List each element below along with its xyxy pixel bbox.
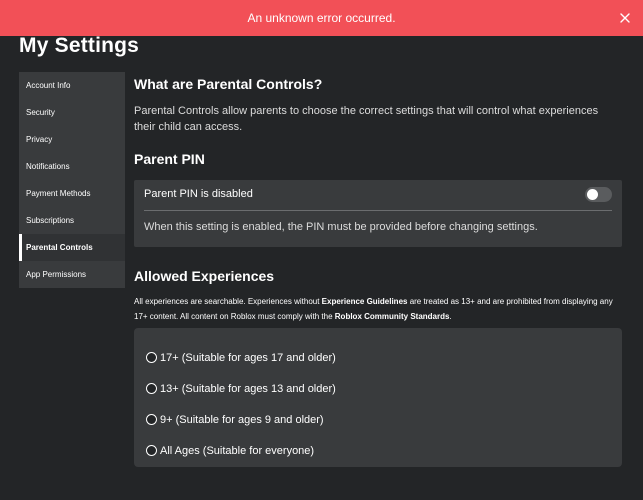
close-banner-button[interactable]: [615, 8, 635, 28]
radio-button[interactable]: [146, 383, 157, 394]
parent-pin-label: Parent PIN is disabled: [144, 188, 253, 200]
allowed-experiences-description: All experiences are searchable. Experien…: [134, 294, 622, 324]
sidebar-item-payment-methods[interactable]: Payment Methods: [19, 180, 125, 207]
sidebar-item-account-info[interactable]: Account Info: [19, 72, 125, 99]
page-title: My Settings: [19, 34, 140, 57]
option-all-ages[interactable]: All Ages (Suitable for everyone): [134, 435, 622, 466]
close-icon: [620, 13, 630, 23]
description-text: .: [449, 312, 452, 321]
parent-pin-toggle[interactable]: [585, 187, 612, 202]
allowed-experiences-options: 17+ (Suitable for ages 17 and older) 13+…: [134, 328, 622, 467]
option-label: 9+ (Suitable for ages 9 and older): [160, 413, 324, 426]
community-standards-link[interactable]: Roblox Community Standards: [335, 312, 450, 321]
allowed-experiences-heading: Allowed Experiences: [134, 268, 275, 284]
sidebar-item-subscriptions[interactable]: Subscriptions: [19, 207, 125, 234]
radio-button[interactable]: [146, 414, 157, 425]
error-message: An unknown error occurred.: [247, 11, 396, 25]
sidebar-item-privacy[interactable]: Privacy: [19, 126, 125, 153]
parent-pin-heading: Parent PIN: [134, 151, 205, 167]
option-label: 17+ (Suitable for ages 17 and older): [160, 351, 336, 364]
sidebar-item-app-permissions[interactable]: App Permissions: [19, 261, 125, 288]
option-13-plus[interactable]: 13+ (Suitable for ages 13 and older): [134, 373, 622, 404]
settings-sidebar: Account Info Security Privacy Notificati…: [19, 72, 125, 288]
option-label: 13+ (Suitable for ages 13 and older): [160, 382, 336, 395]
experience-guidelines-link[interactable]: Experience Guidelines: [322, 297, 408, 306]
description-text: All experiences are searchable. Experien…: [134, 297, 322, 306]
parent-pin-card: Parent PIN is disabled When this setting…: [134, 180, 622, 247]
radio-button[interactable]: [146, 445, 157, 456]
option-17-plus[interactable]: 17+ (Suitable for ages 17 and older): [134, 342, 622, 373]
parental-controls-heading: What are Parental Controls?: [134, 76, 323, 92]
parental-controls-description: Parental Controls allow parents to choos…: [134, 105, 599, 133]
sidebar-item-notifications[interactable]: Notifications: [19, 153, 125, 180]
radio-button[interactable]: [146, 352, 157, 363]
toggle-knob: [587, 189, 598, 200]
divider: [144, 210, 612, 211]
sidebar-item-security[interactable]: Security: [19, 99, 125, 126]
option-label: All Ages (Suitable for everyone): [160, 444, 315, 457]
error-banner: An unknown error occurred.: [0, 0, 643, 36]
sidebar-item-parental-controls[interactable]: Parental Controls: [19, 234, 125, 261]
parent-pin-help-text: When this setting is enabled, the PIN mu…: [144, 221, 538, 233]
option-9-plus[interactable]: 9+ (Suitable for ages 9 and older): [134, 404, 622, 435]
